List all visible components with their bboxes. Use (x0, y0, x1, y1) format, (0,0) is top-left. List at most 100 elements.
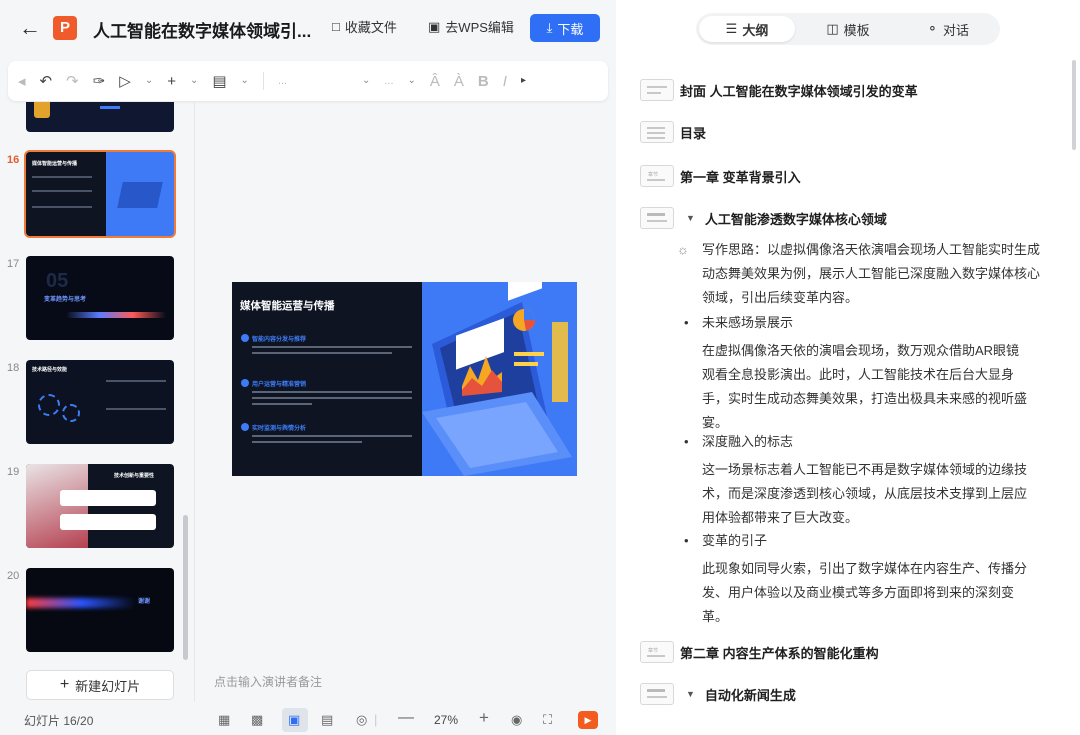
outline-item-chapter1[interactable]: 章节 第一章 变革背景引入 (640, 165, 801, 187)
outline-view-icon[interactable]: ▩ (251, 712, 263, 728)
fullscreen-icon[interactable]: ⛶ (543, 712, 552, 728)
slide-layout-icon (640, 683, 674, 705)
decrease-font-icon[interactable]: À (454, 74, 464, 89)
favorite-button[interactable]: □ 收藏文件 (332, 17, 397, 36)
chevron-down-icon[interactable]: ⌄ (190, 76, 198, 86)
play-slideshow-icon[interactable]: ▶ (578, 711, 598, 729)
layout-icon[interactable]: ▤ (212, 74, 226, 89)
chevron-down-icon[interactable]: ⌄ (362, 76, 370, 86)
speaker-notes-input[interactable]: 点击输入演讲者备注 (214, 673, 322, 690)
thumbnail-scrollbar[interactable] (183, 515, 188, 660)
slide-text-line (252, 403, 312, 405)
outline-scrollbar[interactable] (1072, 60, 1076, 150)
download-icon: ⤓ (546, 20, 553, 35)
favorite-label: 收藏文件 (344, 20, 397, 35)
format-painter-icon[interactable]: ✑ (93, 74, 106, 89)
point-body: 在虚拟偶像洛天依的演唱会现场，数万观众借助AR眼镜观看全息投影演出。此时，人工智… (702, 343, 1028, 430)
outline-item-chapter2[interactable]: 章节 第二章 内容生产体系的智能化重构 (640, 641, 879, 663)
tab-chat-label: 对话 (942, 22, 969, 38)
slide-layout-icon: 章节 (640, 641, 674, 663)
back-arrow-icon[interactable]: ← (18, 16, 42, 40)
slide-canvas[interactable]: 媒体智能运营与传播 智能内容分发与推荐 用户运营与精准营销 实时监测与舆情分析 (232, 282, 577, 476)
slide-text-line (252, 346, 412, 348)
point-title[interactable]: 深度融入的标志 (684, 430, 793, 454)
collapse-caret-icon[interactable]: ▼ (686, 689, 695, 699)
chevron-down-icon[interactable]: ⌄ (241, 76, 249, 86)
thumb-title: 技术创新与重要性 (114, 473, 155, 479)
globe-icon[interactable]: ◎ (356, 712, 367, 728)
increase-font-icon[interactable]: Â (430, 74, 440, 89)
new-slide-label: 新建幻灯片 (75, 678, 141, 694)
laptop-illustration (117, 182, 163, 208)
top-bar: ← P 人工智能在数字媒体领域引... □ 收藏文件 ▣ 去WPS编辑 ⤓ 下载 (0, 0, 616, 58)
lightbulb-icon: ☼ (677, 242, 689, 257)
gear-icon (38, 394, 60, 416)
slide-layout-icon: 章节 (640, 165, 674, 187)
chevron-down-icon[interactable]: ⌄ (408, 76, 416, 86)
outline-item-cover[interactable]: 封面 人工智能在数字媒体领域引发的变革 (640, 79, 918, 101)
thumb-text-line (32, 206, 92, 208)
play-slide-icon[interactable]: ▷ (119, 74, 131, 89)
collapse-caret-icon[interactable]: ▼ (686, 213, 695, 223)
thumb-title: 技术路径与效能 (32, 367, 68, 373)
outline-chapter2-label: 第二章 内容生产体系的智能化重构 (680, 645, 879, 661)
tab-outline[interactable]: ☰ 大纲 (699, 16, 795, 42)
zoom-out-icon[interactable]: — (398, 709, 414, 727)
document-title: 人工智能在数字媒体领域引... (93, 22, 312, 41)
fit-screen-icon[interactable]: ◉ (511, 712, 522, 728)
grid-view-icon[interactable]: ▦ (218, 712, 230, 728)
point-title[interactable]: 未来感场景展示 (684, 311, 793, 335)
outline-item-section2[interactable]: ▼ 自动化新闻生成 (640, 683, 796, 705)
slide-thumbnail-selected[interactable]: 媒体智能运营与传播 (24, 150, 176, 238)
insert-plus-icon[interactable]: + (167, 74, 176, 89)
font-family-select[interactable]: ... (278, 75, 348, 87)
chat-bubble-icon: ⚬ (927, 21, 938, 36)
slide-thumbnail[interactable]: 谢谢 (26, 568, 174, 652)
zoom-level[interactable]: 27% (434, 713, 458, 727)
slide-number: 19 (7, 466, 20, 478)
slide-thumbnail[interactable]: 05 变革趋势与思考 (26, 256, 174, 340)
wps-edit-button[interactable]: ▣ 去WPS编辑 (428, 17, 514, 36)
font-size-select[interactable]: ... (384, 75, 393, 87)
slide-number: 18 (7, 362, 20, 374)
undo-icon[interactable]: ↶ (40, 74, 53, 89)
slide-bullet: 用户运营与精准营销 (240, 379, 306, 388)
editor-area: ← P 人工智能在数字媒体领域引... □ 收藏文件 ▣ 去WPS编辑 ⤓ 下载… (0, 0, 616, 735)
list-icon: ☰ (725, 21, 738, 36)
slide-layout-icon (640, 207, 674, 229)
wps-edit-label: 去WPS编辑 (445, 20, 514, 35)
thumb-number-watermark: 05 (46, 270, 69, 292)
slide-thumbnails: 16 媒体智能运营与传播 17 05 变革趋势与思考 18 技术路径与效能 19 (0, 102, 194, 660)
tab-chat[interactable]: ⚬ 对话 (900, 16, 996, 42)
slide-number: 20 (7, 570, 20, 582)
new-slide-button[interactable]: + 新建幻灯片 (26, 670, 174, 700)
slide-text-line (252, 397, 412, 399)
outline-cover-label: 封面 人工智能在数字媒体领域引发的变革 (680, 83, 918, 99)
writing-idea-text: 写作思路：以虚拟偶像洛天依演唱会现场人工智能实时生成动态舞美效果为例，展示人工智… (702, 242, 1041, 305)
thumb-light-streak (66, 312, 166, 318)
thumb-title: 变革趋势与思考 (44, 297, 87, 303)
slide-thumbnail[interactable] (26, 102, 174, 132)
zoom-in-icon[interactable]: + (479, 708, 489, 728)
chevron-down-icon[interactable]: ⌄ (145, 76, 153, 86)
bold-icon[interactable]: B (478, 74, 489, 89)
scroll-right-icon[interactable]: ▸ (521, 76, 526, 86)
thumb-photo (26, 464, 88, 548)
outline-item-section1[interactable]: ▼ 人工智能渗透数字媒体核心领域 (640, 207, 887, 229)
slide-thumbnail[interactable]: 技术创新与重要性 (26, 464, 174, 548)
slide-thumbnail[interactable]: 技术路径与效能 (26, 360, 174, 444)
wps-p-icon: ▣ (428, 18, 441, 34)
slide-number: 17 (7, 258, 20, 270)
outline-item-toc[interactable]: 目录 (640, 121, 706, 143)
format-toolbar: ◂ ↶ ↷ ✑ ▷ ⌄ + ⌄ ▤ ⌄ ... ⌄ ... ⌄ Â À B … (8, 61, 608, 101)
point-title[interactable]: 变革的引子 (684, 529, 767, 553)
normal-view-icon[interactable]: ▣ (288, 712, 300, 728)
tab-template[interactable]: ◫ 模板 (800, 16, 896, 42)
italic-icon[interactable]: I (503, 74, 507, 89)
scroll-left-icon[interactable]: ◂ (18, 74, 26, 89)
thumb-title: 谢谢 (138, 599, 151, 605)
download-button[interactable]: ⤓ 下载 (530, 14, 600, 42)
status-bar: 幻灯片 16/20 ▦ ▩ ▣ ▤ ◎ | — 27% + ◉ ⛶ ▶ (0, 702, 616, 735)
redo-icon[interactable]: ↷ (66, 74, 79, 89)
notes-view-icon[interactable]: ▤ (321, 712, 333, 728)
